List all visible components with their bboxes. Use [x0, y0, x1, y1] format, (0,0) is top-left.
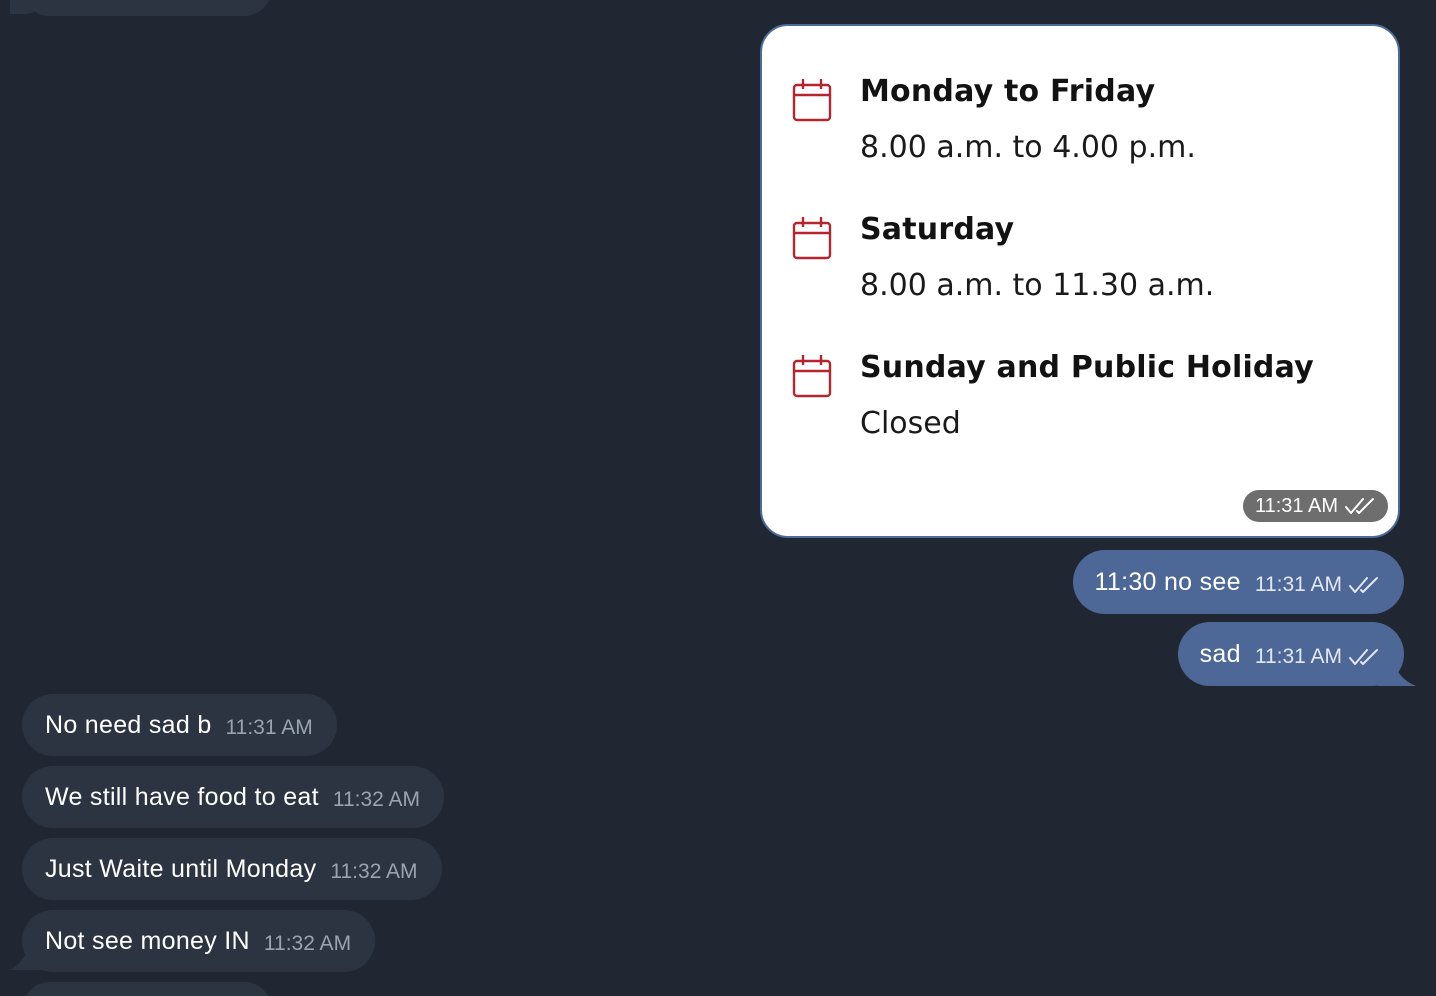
message-meta: 11:31 AM — [1242, 490, 1388, 522]
message-time: 11:32 AM — [332, 788, 421, 811]
schedule-day: Monday to Friday — [860, 74, 1156, 109]
partial-message-bubble-bottom[interactable] — [22, 982, 272, 996]
incoming-message[interactable]: Just Waite until Monday 11:32 AM — [22, 838, 442, 900]
message-text: Not see money IN — [45, 926, 250, 955]
schedule-hours: 8.00 a.m. to 11.30 a.m. — [860, 268, 1215, 303]
schedule-day: Saturday — [860, 212, 1015, 247]
double-check-icon — [1349, 649, 1378, 665]
calendar-icon — [792, 79, 832, 122]
double-check-icon — [1349, 577, 1378, 593]
incoming-message[interactable]: We still have food to eat 11:32 AM — [22, 766, 445, 828]
image-message[interactable]: Monday to Friday 8.00 a.m. to 4.00 p.m. … — [760, 24, 1400, 538]
message-text: No need sad b — [45, 710, 212, 739]
bubble-tail — [1378, 656, 1416, 686]
message-time: 11:31 AM — [225, 716, 313, 739]
chat-view[interactable]: Monday to Friday 8.00 a.m. to 4.00 p.m. … — [0, 0, 1436, 996]
schedule-hours: Closed — [860, 406, 961, 441]
outgoing-message[interactable]: sad 11:31 AM — [1177, 622, 1404, 686]
incoming-message[interactable]: No need sad b 11:31 AM — [22, 694, 337, 756]
message-time: 11:31 AM — [1254, 645, 1342, 668]
message-text: sad — [1199, 639, 1241, 668]
message-time: 11:32 AM — [330, 860, 418, 883]
message-text: We still have food to eat — [45, 782, 319, 811]
schedule-day: Sunday and Public Holiday — [860, 350, 1314, 385]
partial-message-bubble-top[interactable] — [22, 0, 272, 16]
message-text: 11:30 no see — [1094, 567, 1241, 596]
outgoing-message[interactable]: 11:30 no see 11:31 AM — [1072, 550, 1404, 614]
incoming-message[interactable]: Not see money IN 11:32 AM — [22, 910, 376, 972]
message-time: 11:31 AM — [1254, 573, 1342, 596]
message-time: 11:31 AM — [1254, 495, 1338, 517]
double-check-icon — [1345, 498, 1374, 514]
calendar-icon — [792, 217, 832, 260]
message-text: Just Waite until Monday — [45, 854, 317, 883]
calendar-icon — [792, 355, 832, 398]
message-time: 11:32 AM — [263, 932, 352, 955]
schedule-hours: 8.00 a.m. to 4.00 p.m. — [860, 130, 1196, 165]
